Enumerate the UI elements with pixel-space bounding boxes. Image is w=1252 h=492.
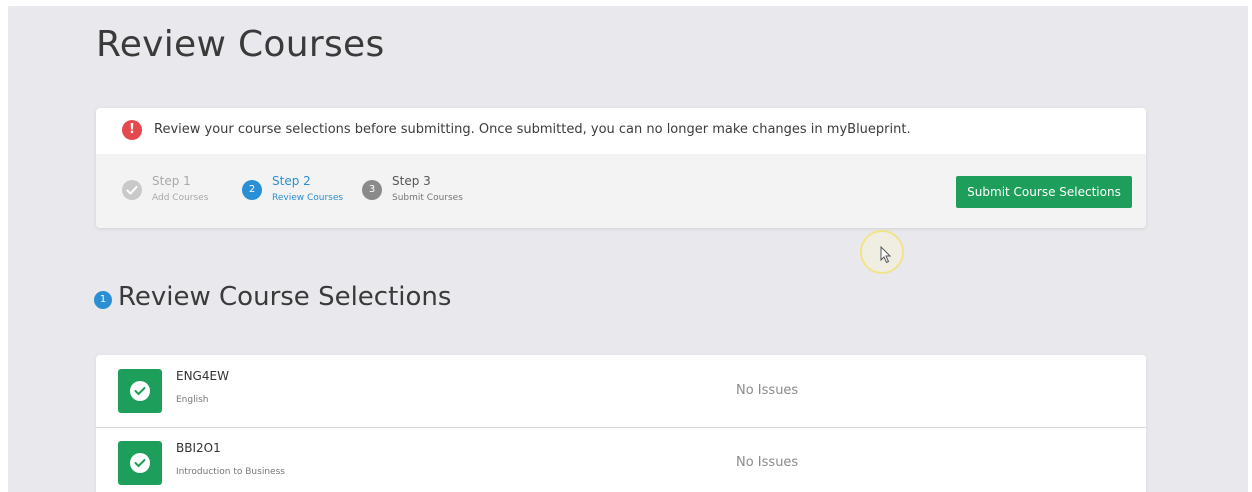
section-title: Review Course Selections xyxy=(118,282,452,312)
page-background: Review Courses ! Review your course sele… xyxy=(8,6,1248,492)
course-name: Introduction to Business xyxy=(176,467,285,477)
course-code: ENG4EW xyxy=(176,369,229,383)
stepper: Step 1 Add Courses 2 Step 2 Review Cours… xyxy=(96,154,1146,228)
check-icon xyxy=(122,180,142,200)
mouse-cursor-highlight xyxy=(860,230,904,274)
course-row[interactable]: BBI2O1 Introduction to Business No Issue… xyxy=(96,427,1146,492)
alert-text: Review your course selections before sub… xyxy=(154,122,911,137)
step-3-sublabel: Submit Courses xyxy=(392,193,463,203)
check-icon xyxy=(118,369,162,413)
section-number-badge: 1 xyxy=(94,291,112,309)
check-icon xyxy=(118,441,162,485)
step-3-number: 3 xyxy=(362,180,382,200)
review-panel: ! Review your course selections before s… xyxy=(96,108,1146,228)
step-2-label: Step 2 xyxy=(272,174,311,188)
course-name: English xyxy=(176,395,209,405)
course-row[interactable]: ENG4EW English No Issues xyxy=(96,355,1146,428)
course-list: ENG4EW English No Issues BBI2O1 Introduc… xyxy=(96,355,1146,492)
step-1-sublabel: Add Courses xyxy=(152,193,209,203)
step-1-label: Step 1 xyxy=(152,174,191,188)
course-status: No Issues xyxy=(736,455,799,470)
alert-banner: ! Review your course selections before s… xyxy=(96,108,1146,155)
submit-course-selections-button[interactable]: Submit Course Selections xyxy=(956,176,1132,208)
pointer-icon xyxy=(880,246,892,264)
course-code: BBI2O1 xyxy=(176,441,221,455)
page-title: Review Courses xyxy=(96,24,385,65)
exclamation-icon: ! xyxy=(122,120,142,140)
step-2-number: 2 xyxy=(242,180,262,200)
step-3-label: Step 3 xyxy=(392,174,431,188)
course-status: No Issues xyxy=(736,383,799,398)
step-2-sublabel: Review Courses xyxy=(272,193,344,203)
